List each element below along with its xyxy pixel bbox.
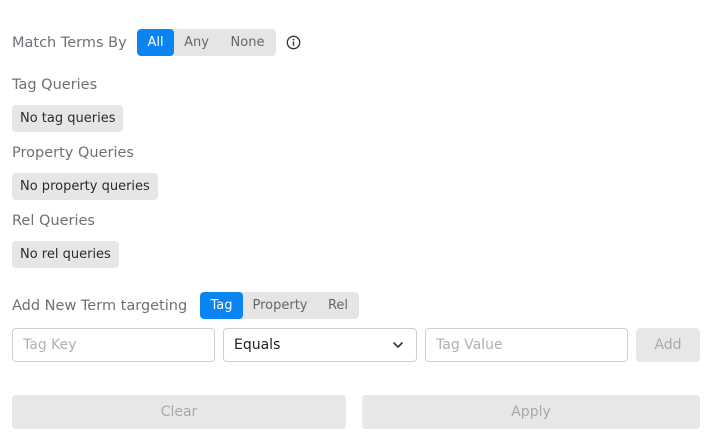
- match-mode-toggle: All Any None: [137, 29, 276, 56]
- add-term-label: Add New Term targeting: [12, 298, 188, 314]
- apply-button[interactable]: Apply: [362, 395, 700, 429]
- info-circle-icon[interactable]: [286, 35, 301, 50]
- clear-button[interactable]: Clear: [12, 395, 346, 429]
- tag-value-input[interactable]: [425, 328, 628, 362]
- chevron-down-icon: [393, 342, 403, 348]
- tag-queries-label: Tag Queries: [12, 77, 98, 93]
- match-any-button[interactable]: Any: [174, 29, 219, 56]
- target-property-button[interactable]: Property: [243, 292, 317, 319]
- add-term-button[interactable]: Add: [636, 328, 700, 362]
- operator-select-value: Equals: [234, 337, 281, 353]
- operator-select[interactable]: Equals: [223, 328, 417, 362]
- match-terms-label: Match Terms By: [12, 35, 127, 51]
- rel-queries-empty: No rel queries: [12, 241, 119, 268]
- property-queries-label: Property Queries: [12, 145, 134, 161]
- term-target-toggle: Tag Property Rel: [200, 292, 359, 319]
- tag-key-input[interactable]: [12, 328, 215, 362]
- match-none-button[interactable]: None: [219, 29, 276, 56]
- match-all-button[interactable]: All: [137, 29, 174, 56]
- property-queries-empty: No property queries: [12, 173, 158, 200]
- tag-queries-empty: No tag queries: [12, 105, 124, 132]
- rel-queries-label: Rel Queries: [12, 213, 95, 229]
- target-tag-button[interactable]: Tag: [200, 292, 243, 319]
- target-rel-button[interactable]: Rel: [317, 292, 359, 319]
